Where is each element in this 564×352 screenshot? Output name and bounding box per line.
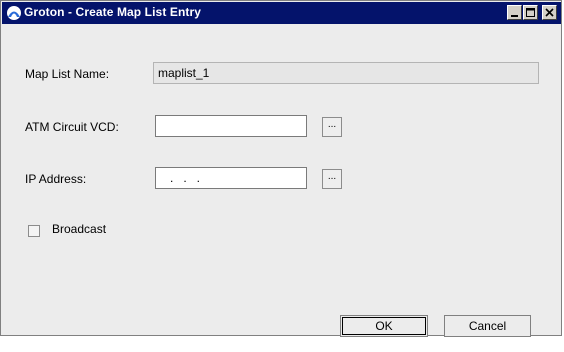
- atm-circuit-vcd-browse-button[interactable]: ...: [322, 117, 342, 137]
- minimize-icon: [511, 15, 518, 17]
- broadcast-checkbox[interactable]: [28, 225, 40, 237]
- broadcast-label: Broadcast: [52, 222, 107, 236]
- ip-address-browse-button[interactable]: ...: [322, 169, 342, 189]
- ip-address-input[interactable]: [155, 167, 307, 189]
- ok-button[interactable]: OK: [340, 315, 428, 337]
- close-icon: [545, 8, 554, 17]
- map-list-name-label: Map List Name:: [25, 67, 110, 81]
- atm-circuit-vcd-label: ATM Circuit VCD:: [25, 120, 119, 134]
- map-list-name-field[interactable]: [153, 62, 539, 84]
- app-icon: [7, 6, 21, 20]
- ip-address-label: IP Address:: [25, 172, 87, 186]
- maximize-icon: [526, 8, 535, 17]
- minimize-button[interactable]: [507, 5, 522, 20]
- cancel-button[interactable]: Cancel: [444, 315, 531, 337]
- close-button[interactable]: [542, 5, 557, 20]
- title-bar[interactable]: Groton - Create Map List Entry: [2, 2, 561, 24]
- atm-circuit-vcd-input[interactable]: [155, 115, 307, 137]
- maximize-button[interactable]: [523, 5, 538, 20]
- create-map-list-entry-dialog: Groton - Create Map List Entry Map List …: [0, 0, 562, 337]
- window-title: Groton - Create Map List Entry: [24, 5, 202, 19]
